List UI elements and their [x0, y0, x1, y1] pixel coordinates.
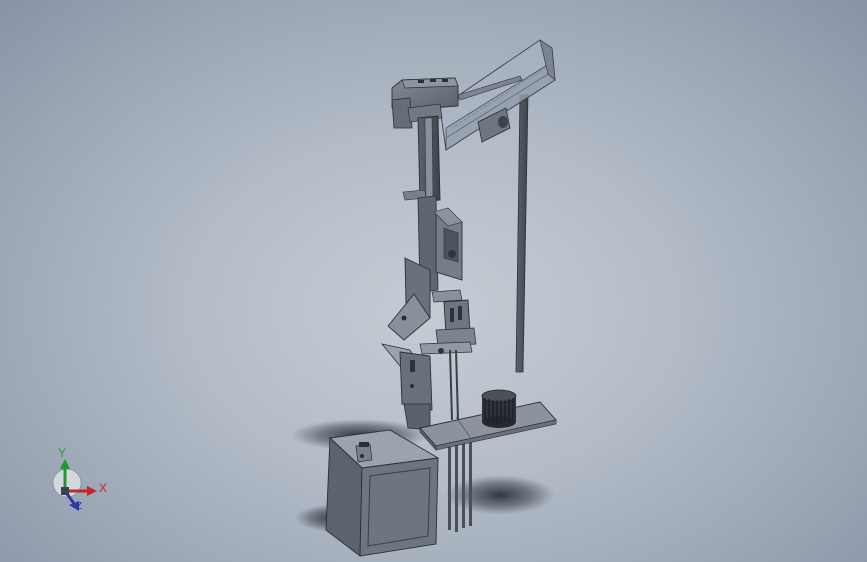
- y-axis-label: Y: [58, 446, 67, 460]
- mid-carriage: [433, 207, 463, 281]
- x-axis-label: X: [99, 481, 108, 495]
- angled-flaps: [387, 257, 431, 341]
- gear-spool: [481, 389, 517, 428]
- lower-bracket: [380, 343, 433, 431]
- graphics-viewport[interactable]: Y X Z: [0, 0, 867, 562]
- z-axis-label: Z: [76, 501, 83, 512]
- cabinet-box: [325, 429, 440, 557]
- assembly-model[interactable]: [0, 0, 867, 562]
- rear-vertical-pole: [515, 94, 529, 373]
